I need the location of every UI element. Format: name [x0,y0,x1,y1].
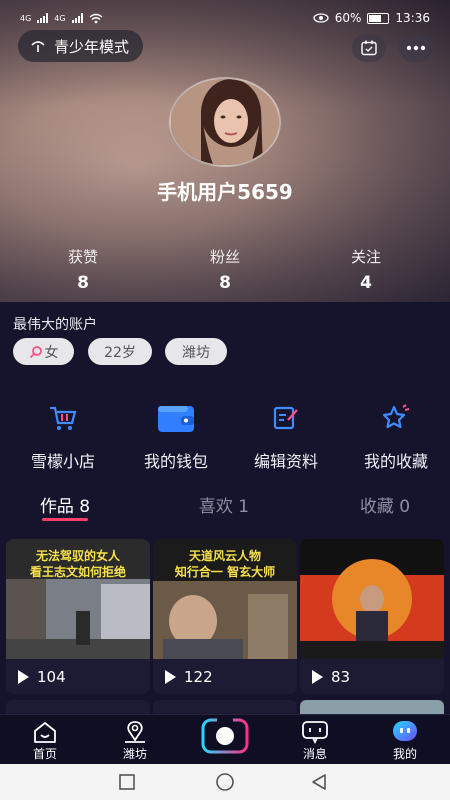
video-title-line2: 看王志文如何拒绝 [29,565,126,579]
signal-icon-2 [71,13,83,23]
stat-following[interactable]: 关注 4 [326,246,406,293]
back-icon[interactable] [310,773,328,791]
video-thumbnail [300,539,444,659]
nav-home-label: 首页 [32,747,57,761]
video-play-count-value: 122 [184,668,213,686]
tool-favorites[interactable]: 我的收藏 [341,400,450,472]
teen-mode-label: 青少年模式 [54,37,130,56]
tool-favorites-label: 我的收藏 [363,452,428,471]
wifi-icon [89,13,103,23]
nav-messages-label: 消息 [302,747,327,761]
edit-icon [273,406,298,430]
tag-gender-label: 女 [44,344,59,361]
nav-home[interactable]: 首页 [10,719,80,762]
stat-following-value: 4 [360,273,372,293]
profile-content: 最伟大的账户 女 22岁 潍坊 雪檬小店 我的钱包 编辑资料 我的收藏 作品 8… [0,302,450,762]
nav-me-label: 我的 [392,747,417,761]
tab-works[interactable]: 作品 8 [15,492,115,517]
tag-gender: 女 [13,338,74,365]
video-title-line1: 天道风云人物 [188,549,261,563]
stat-followers-value: 8 [219,273,231,293]
signal-label-1: 4G [20,13,32,23]
avatar[interactable] [169,77,281,167]
video-play-count: 83 [312,668,350,686]
tool-edit-profile[interactable]: 编辑资料 [231,400,341,472]
nav-messages[interactable]: 消息 [280,719,350,762]
tool-shop-label: 雪檬小店 [30,452,95,471]
video-play-count: 104 [18,668,66,686]
battery-percent: 60% [334,11,362,25]
more-button[interactable] [399,34,433,62]
eye-icon [313,13,329,23]
calendar-button[interactable] [352,34,386,62]
tool-shop[interactable]: 雪檬小店 [8,400,118,472]
tag-city: 潍坊 [165,338,227,365]
camera-icon [201,718,249,754]
video-play-count-value: 104 [37,668,66,686]
bottom-navigation: 首页 潍坊 消息 我的 [0,714,450,764]
video-play-count-value: 83 [331,668,351,686]
stat-following-label: 关注 [350,248,381,266]
female-icon [29,345,42,358]
message-icon [302,721,328,744]
home-icon [34,722,56,743]
stat-followers[interactable]: 粉丝 8 [185,246,265,293]
clock: 13:36 [395,11,430,25]
stat-followers-label: 粉丝 [209,248,240,266]
battery-icon [367,12,390,24]
signature: 最伟大的账户 [13,317,97,333]
nav-city[interactable]: 潍坊 [100,719,170,762]
signal-icon [37,13,49,23]
stat-likes-value: 8 [77,273,89,293]
tag-age: 22岁 [88,338,152,365]
cart-icon [50,406,77,430]
tool-edit-profile-label: 编辑资料 [253,452,318,471]
play-icon [312,670,323,684]
stat-likes-label: 获赞 [67,248,98,266]
wallet-icon [158,406,194,432]
tool-wallet-label: 我的钱包 [143,452,208,471]
nav-camera[interactable] [190,717,260,758]
star-icon [382,404,410,429]
nav-city-label: 潍坊 [122,747,147,761]
tab-favorites[interactable]: 收藏 0 [335,492,435,517]
teen-mode-button[interactable]: 青少年模式 [18,30,144,62]
nav-me[interactable]: 我的 [370,719,440,762]
active-tab-indicator [42,518,88,521]
avatar-image [171,79,279,165]
video-title-line2: 知行合一 智玄大师 [174,565,276,579]
username: 手机用户5659 [157,180,293,204]
location-person-icon [125,721,145,743]
tab-likes[interactable]: 喜欢 1 [174,492,274,517]
tag-age-label: 22岁 [104,344,136,361]
me-icon [393,721,417,741]
tool-wallet[interactable]: 我的钱包 [121,400,231,472]
play-icon [165,670,176,684]
play-icon [18,670,29,684]
signal-label-2: 4G [54,13,66,23]
video-card[interactable]: 天道风云人物 知行合一 智玄大师 122 [153,539,297,694]
video-play-count: 122 [165,668,213,686]
calendar-icon [361,40,377,56]
home-button-icon[interactable] [215,772,235,792]
teen-mode-icon [31,41,45,52]
tag-city-label: 潍坊 [182,344,210,361]
signal-indicators: 4G 4G [20,13,103,24]
system-navigation-bar [0,764,450,800]
video-title-line1: 无法驾驭的女人 [35,549,120,563]
more-icon [406,45,426,51]
stat-likes[interactable]: 获赞 8 [43,246,123,293]
recents-icon[interactable] [118,773,136,791]
video-card[interactable]: 83 [300,539,444,694]
video-card[interactable]: 无法驾驭的女人 看王志文如何拒绝 104 [6,539,150,694]
